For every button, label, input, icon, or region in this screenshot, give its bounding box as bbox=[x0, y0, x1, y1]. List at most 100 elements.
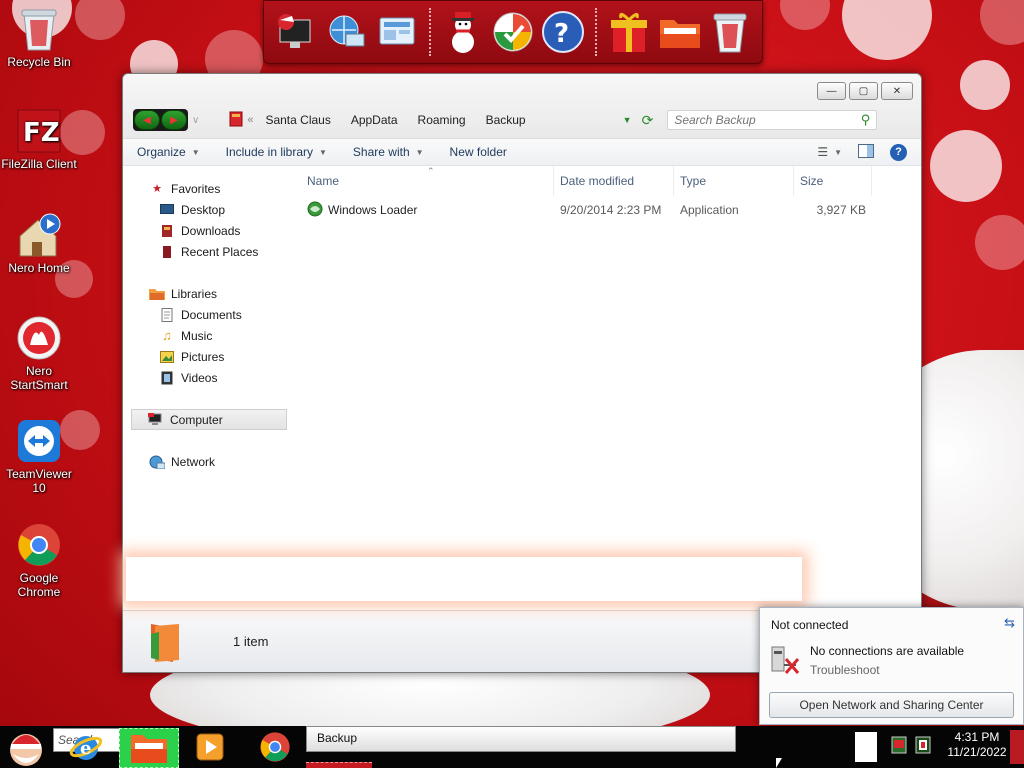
minimize-button[interactable]: — bbox=[817, 82, 846, 100]
nav-libraries[interactable]: Libraries bbox=[123, 283, 293, 304]
back-button[interactable]: ◀ bbox=[134, 110, 160, 130]
help-button[interactable]: ? bbox=[890, 143, 907, 161]
mouse-cursor-icon bbox=[776, 758, 782, 768]
nav-computer[interactable]: Computer bbox=[131, 409, 287, 430]
windows-update-icon[interactable] bbox=[491, 7, 535, 57]
forward-arrow-icon: ▶ bbox=[170, 114, 178, 126]
nav-network[interactable]: Network bbox=[123, 451, 293, 472]
dock-separator bbox=[428, 8, 431, 56]
search-icon[interactable]: ⚲ bbox=[861, 112, 871, 128]
refresh-connections-icon[interactable]: ⇆ bbox=[1004, 615, 1015, 631]
folder-icon[interactable] bbox=[658, 7, 702, 57]
clock-time: 4:31 PM bbox=[954, 730, 1000, 744]
view-options-button[interactable]: ☰ ▼ bbox=[817, 145, 842, 159]
nav-label: Network bbox=[171, 454, 216, 469]
breadcrumb-appdata[interactable]: AppData bbox=[343, 113, 406, 127]
tray-overflow[interactable] bbox=[855, 732, 877, 762]
nav-favorites[interactable]: ★ Favorites bbox=[123, 178, 293, 199]
search-input[interactable] bbox=[674, 113, 861, 127]
chrome-icon bbox=[16, 522, 62, 568]
preview-pane-icon[interactable] bbox=[858, 143, 874, 161]
music-icon: ♫ bbox=[162, 328, 172, 343]
svg-text:e: e bbox=[80, 738, 91, 759]
desktop-icon-teamviewer[interactable]: TeamViewer 10 bbox=[0, 418, 78, 495]
filezilla-icon: FZ bbox=[16, 108, 62, 154]
close-button[interactable]: ✕ bbox=[881, 82, 913, 100]
chevron-down-icon: ▼ bbox=[191, 147, 200, 157]
organize-button[interactable]: Organize ▼ bbox=[137, 145, 200, 159]
show-desktop-button[interactable] bbox=[1010, 730, 1024, 764]
taskbar-explorer-button[interactable] bbox=[119, 728, 179, 768]
sort-ascending-icon: ⌃ bbox=[427, 166, 435, 176]
minimize-icon: — bbox=[826, 85, 837, 97]
include-in-library-button[interactable]: Include in library ▼ bbox=[226, 145, 327, 159]
help-icon[interactable]: ? bbox=[541, 7, 585, 57]
recycle-bin-icon[interactable] bbox=[708, 7, 752, 57]
nav-videos[interactable]: Videos bbox=[123, 367, 293, 388]
new-folder-button[interactable]: New folder bbox=[450, 145, 507, 159]
column-size[interactable]: Size bbox=[794, 166, 872, 196]
help-icon: ? bbox=[895, 146, 902, 158]
folder-location-icon bbox=[229, 111, 243, 130]
control-panel-icon[interactable] bbox=[374, 7, 418, 57]
computer-icon[interactable] bbox=[274, 7, 318, 57]
network-status-icon[interactable] bbox=[890, 735, 910, 760]
nav-pictures[interactable]: Pictures bbox=[123, 346, 293, 367]
desktop-icon-chrome[interactable]: Google Chrome bbox=[0, 522, 78, 599]
taskbar-active-window-backup[interactable]: Backup bbox=[306, 726, 736, 752]
no-network-icon bbox=[770, 645, 800, 675]
nav-recent-places[interactable]: Recent Places bbox=[123, 241, 293, 262]
volume-icon[interactable] bbox=[914, 735, 934, 760]
recent-pages-dropdown-icon[interactable]: ∨ bbox=[192, 115, 199, 126]
desktop-icon-label: FileZilla Client bbox=[1, 157, 77, 171]
desktop-icon-nero-home[interactable]: Nero Home bbox=[0, 212, 78, 275]
address-bar[interactable]: « Santa Claus AppData Roaming Backup ▼ ⟳ bbox=[229, 109, 653, 131]
network-icon[interactable] bbox=[324, 7, 368, 57]
gift-icon[interactable] bbox=[607, 7, 651, 57]
new-folder-label: New folder bbox=[449, 145, 507, 159]
column-date-modified[interactable]: Date modified bbox=[554, 166, 674, 196]
folder-icon bbox=[129, 729, 169, 768]
taskbar-media-player-button[interactable] bbox=[190, 728, 230, 768]
svg-text:?: ? bbox=[554, 19, 569, 49]
nav-label: Videos bbox=[181, 370, 218, 385]
desktop-icon-recycle-bin[interactable]: Recycle Bin bbox=[0, 6, 78, 69]
snowman-icon[interactable] bbox=[441, 7, 485, 57]
taskbar-ie-button[interactable]: e bbox=[66, 728, 106, 768]
open-network-sharing-center-button[interactable]: Open Network and Sharing Center bbox=[769, 692, 1014, 718]
active-window-title: Backup bbox=[317, 731, 358, 745]
column-name[interactable]: Name bbox=[293, 166, 554, 196]
file-row[interactable]: Windows Loader 9/20/2014 2:23 PM Applica… bbox=[293, 199, 921, 221]
column-date-label: Date modified bbox=[560, 174, 635, 188]
breadcrumb-santa-claus[interactable]: Santa Claus bbox=[257, 113, 338, 127]
nav-buttons: ◀ ▶ bbox=[133, 109, 188, 131]
desktop-icon-nero-startsmart[interactable]: Nero StartSmart bbox=[0, 315, 78, 392]
start-button[interactable] bbox=[5, 728, 47, 768]
taskbar-chrome-button[interactable] bbox=[255, 728, 295, 768]
command-bar: Organize ▼ Include in library ▼ Share with… bbox=[123, 138, 921, 166]
nav-downloads[interactable]: Downloads bbox=[123, 220, 293, 241]
window-frame: — ▢ ✕ ◀ ▶ ∨ « Santa Claus AppData Roamin… bbox=[123, 74, 921, 138]
details-view-icon: ☰ bbox=[817, 145, 829, 159]
breadcrumb-backup[interactable]: Backup bbox=[478, 113, 534, 127]
nav-desktop[interactable]: Desktop bbox=[123, 199, 293, 220]
troubleshoot-link[interactable]: Troubleshoot bbox=[810, 663, 880, 677]
breadcrumb-roaming[interactable]: Roaming bbox=[410, 113, 474, 127]
chevron-down-icon: ▼ bbox=[319, 147, 327, 157]
taskbar-clock[interactable]: 4:31 PM 11/21/2022 bbox=[944, 730, 1010, 760]
active-window-indicator bbox=[306, 762, 372, 768]
refresh-icon[interactable]: ⟳ bbox=[642, 112, 654, 129]
desktop-icon-filezilla[interactable]: FZ FileZilla Client bbox=[0, 108, 78, 171]
search-box[interactable]: ⚲ bbox=[667, 110, 878, 130]
flyout-title: Not connected bbox=[771, 618, 849, 632]
maximize-button[interactable]: ▢ bbox=[849, 82, 878, 100]
chrome-icon bbox=[259, 731, 291, 766]
documents-icon bbox=[159, 307, 175, 322]
nav-documents[interactable]: Documents bbox=[123, 304, 293, 325]
share-with-button[interactable]: Share with ▼ bbox=[353, 145, 424, 159]
breadcrumb-overflow-icon[interactable]: « bbox=[247, 114, 253, 126]
nav-music[interactable]: ♫ Music bbox=[123, 325, 293, 346]
column-type[interactable]: Type bbox=[674, 166, 794, 196]
forward-button[interactable]: ▶ bbox=[161, 110, 187, 130]
address-dropdown-icon[interactable]: ▼ bbox=[623, 115, 632, 125]
